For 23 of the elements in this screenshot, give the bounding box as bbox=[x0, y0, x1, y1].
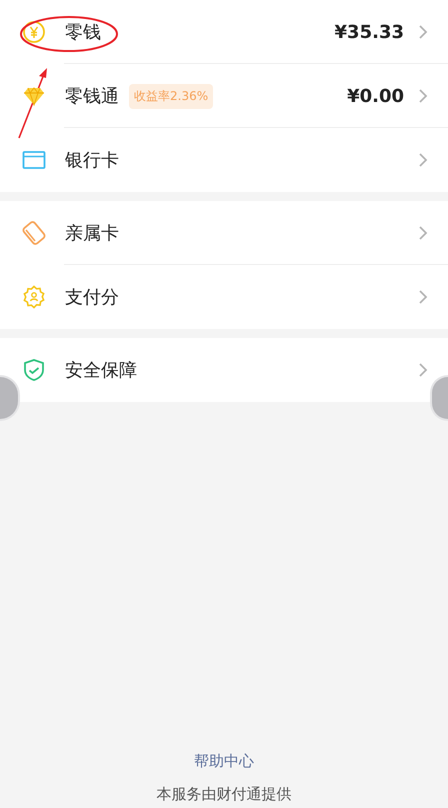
menu-item-label[interactable]: 银行卡 bbox=[65, 148, 119, 172]
side-handle[interactable] bbox=[0, 375, 20, 421]
shield-icon bbox=[22, 358, 46, 382]
side-handle[interactable] bbox=[430, 375, 448, 421]
provider-note: 本服务由财付通提供 bbox=[156, 785, 292, 804]
chevron-right-icon bbox=[418, 225, 428, 241]
menu-item-label[interactable]: 亲属卡 bbox=[65, 221, 119, 245]
chevron-right-icon bbox=[418, 88, 428, 104]
chevron-right-icon bbox=[418, 152, 428, 168]
chevron-right-icon bbox=[418, 24, 428, 40]
coin-icon bbox=[22, 20, 46, 44]
cards-icon bbox=[22, 221, 46, 245]
badge-icon bbox=[22, 285, 46, 309]
chevron-right-icon bbox=[418, 362, 428, 378]
balance-amount: ¥0.00 bbox=[347, 86, 404, 106]
yield-badge: 收益率2.36% bbox=[129, 84, 214, 108]
balance-amount: ¥35.33 bbox=[334, 22, 404, 42]
menu-item-label[interactable]: 零钱通 bbox=[65, 84, 119, 108]
menu-item-label[interactable]: 支付分 bbox=[65, 285, 119, 309]
help-center-link[interactable]: 帮助中心 bbox=[194, 752, 254, 771]
card-icon bbox=[22, 148, 46, 172]
chevron-right-icon bbox=[418, 289, 428, 305]
menu-item-label[interactable]: 安全保障 bbox=[65, 358, 137, 382]
